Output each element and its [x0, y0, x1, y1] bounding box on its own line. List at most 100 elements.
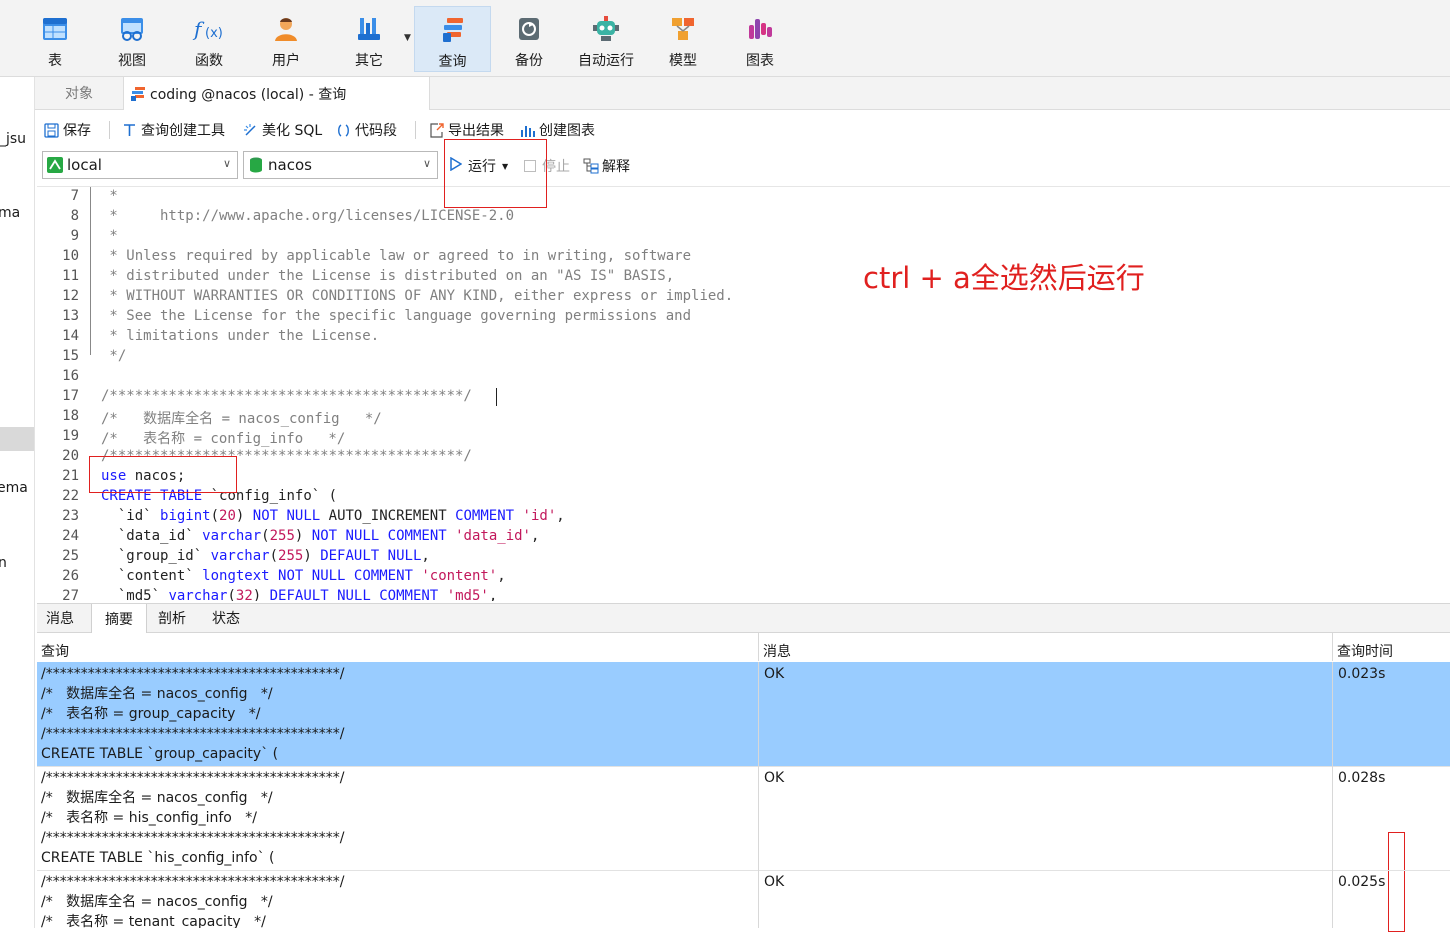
- sidebar-item[interactable]: _jsu: [0, 131, 26, 147]
- use-statement-highlight-box: [89, 456, 237, 493]
- time-cell: 0.023s: [1338, 666, 1386, 682]
- code-line: *: [101, 188, 118, 204]
- ribbon-query-button[interactable]: 查询: [414, 6, 491, 72]
- chart-bars-icon: [519, 122, 535, 138]
- view-icon: [115, 12, 149, 46]
- ribbon-label: 自动运行: [578, 53, 634, 69]
- sidebar-item[interactable]: ema: [0, 480, 28, 496]
- ribbon-label: 查询: [438, 54, 467, 70]
- sidebar-selected-row[interactable]: [0, 427, 34, 451]
- code-line: */: [101, 348, 127, 364]
- ribbon-table-button[interactable]: 表: [18, 6, 92, 72]
- line-number: 12: [62, 288, 79, 304]
- code-line: * Unless required by applicable law or a…: [101, 248, 692, 264]
- create-chart-button[interactable]: 创建图表: [519, 120, 595, 140]
- code-line: `id` bigint(20) NOT NULL AUTO_INCREMENT …: [101, 508, 565, 524]
- connection-icon: [47, 157, 63, 173]
- connection-value: local: [67, 156, 102, 174]
- tab-profile[interactable]: 剖析: [145, 604, 199, 632]
- line-number: 14: [62, 328, 79, 344]
- query-toolbar: 保存 查询创建工具 美化 SQL 代码段 导出结果 创建图表: [35, 112, 1450, 148]
- line-number: 23: [62, 508, 79, 524]
- code-line: `content` longtext NOT NULL COMMENT 'con…: [101, 568, 506, 584]
- code-line: `data_id` varchar(255) NOT NULL COMMENT …: [101, 528, 540, 544]
- sql-editor[interactable]: 7 * 8 * http://www.apache.org/licenses/LI…: [37, 186, 1450, 601]
- table-row[interactable]: /***************************************…: [37, 870, 1450, 928]
- column-header-message[interactable]: 消息: [759, 633, 1333, 661]
- time-cell: 0.025s: [1338, 874, 1386, 890]
- beautify-sql-button[interactable]: 美化 SQL: [242, 120, 322, 140]
- column-header-time[interactable]: 查询时间: [1333, 633, 1450, 661]
- ribbon-other-button[interactable]: 其它: [332, 6, 406, 72]
- export-icon: [428, 122, 444, 138]
- code-line: * WITHOUT WARRANTIES OR CONDITIONS OF AN…: [101, 288, 734, 304]
- message-cell: OK: [759, 766, 1333, 870]
- code-line: `group_id` varchar(255) DEFAULT NULL,: [101, 548, 430, 564]
- ribbon-backup-button[interactable]: 备份: [492, 6, 566, 72]
- query-builder-label: 查询创建工具: [141, 123, 225, 139]
- code-line: * limitations under the License.: [101, 328, 380, 344]
- save-button[interactable]: 保存: [43, 120, 91, 140]
- ribbon-automation-button[interactable]: 自动运行: [569, 6, 643, 72]
- ribbon-label: 备份: [515, 53, 543, 69]
- tools-icon: [352, 12, 386, 46]
- code-line: /* 数据库全名 = nacos_config */: [101, 411, 382, 427]
- explain-button[interactable]: 解释: [583, 156, 630, 176]
- query-tab-icon: [130, 86, 146, 102]
- line-number: 27: [62, 588, 79, 601]
- time-cell: 0.028s: [1338, 770, 1386, 786]
- ribbon-function-button[interactable]: f (x) 函数: [172, 6, 246, 72]
- toolbar-divider: [415, 121, 416, 139]
- query-builder-button[interactable]: 查询创建工具: [121, 120, 225, 140]
- line-number: 10: [62, 248, 79, 264]
- ribbon-chart-button[interactable]: 图表: [723, 6, 797, 72]
- tab-objects[interactable]: 对象: [35, 77, 123, 109]
- ribbon-view-button[interactable]: 视图: [95, 6, 169, 72]
- line-number: 17: [62, 388, 79, 404]
- table-row[interactable]: /***************************************…: [37, 766, 1450, 871]
- line-number: 16: [62, 368, 79, 384]
- beautify-icon: [242, 122, 258, 138]
- tab-query-label: coding @nacos (local) - 查询: [150, 86, 347, 103]
- tab-status[interactable]: 状态: [199, 604, 253, 632]
- tab-summary[interactable]: 摘要: [91, 604, 147, 633]
- ribbon-label: 模型: [669, 53, 697, 69]
- code-line: *: [101, 228, 118, 244]
- code-line: * distributed under the License is distr…: [101, 268, 675, 284]
- line-number: 21: [62, 468, 79, 484]
- connection-select[interactable]: local ∨: [42, 151, 238, 179]
- sidebar-item[interactable]: ma: [0, 205, 20, 221]
- chevron-down-icon: ∨: [222, 157, 231, 170]
- ribbon-label: 图表: [746, 53, 774, 69]
- fold-guide: [90, 187, 91, 355]
- line-number: 24: [62, 528, 79, 544]
- ribbon-label: 表: [48, 53, 62, 69]
- database-icon: [248, 157, 264, 173]
- query-builder-icon: [121, 122, 137, 138]
- other-dropdown-arrow-icon[interactable]: ▼: [404, 33, 411, 43]
- explain-icon: [583, 158, 599, 174]
- tab-query[interactable]: coding @nacos (local) - 查询: [123, 77, 430, 110]
- ribbon-model-button[interactable]: 模型: [646, 6, 720, 72]
- code-line: /* 表名称 = config_info */: [101, 431, 346, 447]
- column-header-query[interactable]: 查询: [37, 633, 759, 661]
- model-icon: [666, 12, 700, 46]
- ribbon-label: 用户: [272, 53, 300, 69]
- ribbon-label: 其它: [355, 53, 383, 69]
- run-highlight-box: [444, 139, 547, 208]
- table-row[interactable]: /***************************************…: [37, 662, 1450, 767]
- sidebar-item[interactable]: n: [0, 555, 7, 571]
- tab-messages[interactable]: 消息: [37, 604, 83, 632]
- table-icon: [38, 12, 72, 46]
- query-cell: /***************************************…: [37, 766, 759, 870]
- message-cell: OK: [759, 870, 1333, 928]
- text-cursor: [496, 388, 497, 406]
- ribbon-label: 函数: [195, 53, 223, 69]
- export-results-button[interactable]: 导出结果: [428, 120, 504, 140]
- ribbon-user-button[interactable]: 用户: [249, 6, 323, 72]
- save-icon: [43, 122, 59, 138]
- database-select[interactable]: nacos ∨: [243, 151, 438, 179]
- snippet-button[interactable]: 代码段: [335, 120, 397, 140]
- robot-icon: [589, 12, 623, 46]
- chevron-down-icon: ∨: [422, 157, 431, 170]
